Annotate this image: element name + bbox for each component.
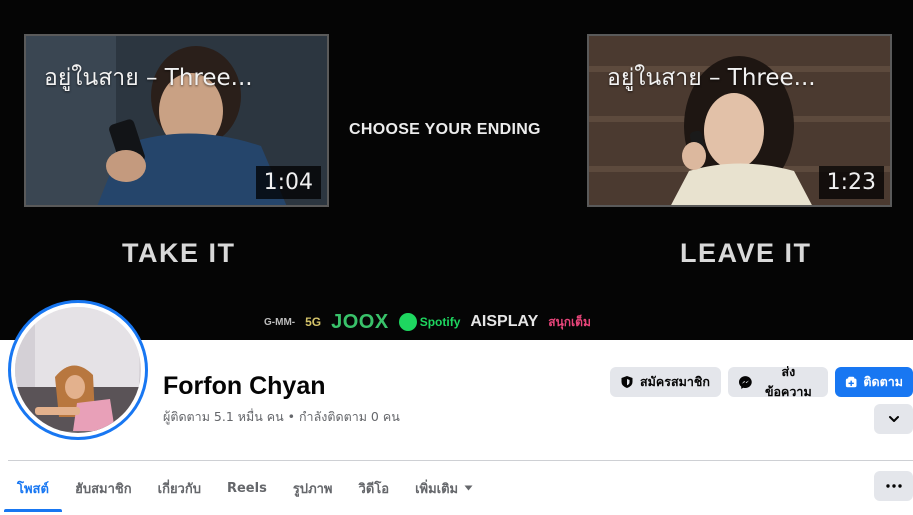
avatar[interactable]	[15, 307, 141, 433]
more-dots-icon	[885, 484, 902, 488]
subscribe-button[interactable]: สมัครสมาชิก	[610, 367, 721, 397]
message-button[interactable]: ส่งข้อความ	[728, 364, 828, 399]
tab-label: รูปภาพ	[292, 481, 333, 497]
gmm-logo: G-MM-	[264, 316, 296, 328]
video-title: อยู่ในสาย – Three...	[607, 65, 816, 91]
spotify-label: Spotify	[419, 315, 461, 329]
video-title: อยู่ในสาย – Three...	[44, 65, 253, 91]
video-duration: 1:23	[818, 166, 884, 199]
profile-name: Forfon Chyan	[163, 372, 326, 400]
caret-down-icon	[464, 485, 473, 491]
tab-about[interactable]: เกี่ยวกับ	[145, 466, 214, 510]
cover-photo[interactable]: อยู่ในสาย – Three... 1:04 CHOOSE YOUR EN…	[0, 0, 913, 340]
spotify-logo: Spotify	[398, 313, 461, 331]
video-thumbnail-take-it: อยู่ในสาย – Three... 1:04	[24, 34, 329, 207]
video-duration: 1:04	[255, 166, 321, 199]
tab-reels[interactable]: Reels	[214, 466, 280, 510]
profile-stats[interactable]: ผู้ติดตาม 5.1 หมื่น คน • กำลังติดตาม 0 ค…	[163, 407, 400, 427]
tab-label: โพสต์	[17, 481, 49, 497]
follow-button[interactable]: ติดตาม	[835, 367, 913, 397]
tab-videos[interactable]: วิดีโอ	[346, 466, 403, 510]
chevron-down-icon	[888, 416, 899, 422]
message-label: ส่งข้อความ	[765, 364, 812, 399]
tab-label: เพิ่มเติม	[415, 481, 459, 497]
tab-label: ฮับสมาชิก	[74, 481, 132, 497]
follow-plus-icon	[845, 376, 857, 388]
tab-label: วิดีโอ	[358, 481, 390, 497]
profile-avatar-ring[interactable]	[8, 300, 148, 440]
header-divider	[8, 460, 913, 461]
tab-photos[interactable]: รูปภาพ	[280, 466, 346, 510]
joox-logo: JOOX	[331, 310, 389, 333]
tab-label: เกี่ยวกับ	[157, 481, 201, 497]
shield-icon	[621, 376, 633, 388]
aisplay-logo: AISPLAY	[470, 313, 539, 330]
avatar-photo	[15, 307, 139, 431]
ais-5g-logo: 5G	[305, 315, 322, 329]
choose-your-ending-text: CHOOSE YOUR ENDING	[349, 121, 541, 138]
video-thumbnail-leave-it: อยู่ในสาย – Three... 1:23	[587, 34, 892, 207]
tab-member-hub[interactable]: ฮับสมาชิก	[62, 466, 145, 510]
tab-label: Reels	[226, 480, 267, 496]
subscribe-label: สมัครสมาชิก	[640, 374, 710, 389]
spotify-icon	[398, 313, 417, 331]
sanook-tem-logo: สนุกเต็ม	[548, 314, 591, 329]
profile-options-dropdown-button[interactable]	[874, 404, 913, 434]
take-it-caption: TAKE IT	[122, 238, 236, 268]
messenger-icon	[738, 375, 752, 389]
tab-posts[interactable]: โพสต์	[4, 466, 62, 512]
leave-it-caption: LEAVE IT	[680, 238, 812, 268]
tab-more[interactable]: เพิ่มเติม	[402, 466, 486, 510]
sponsor-logos: G-MM- 5G JOOX Spotify AISPLAY สนุกเต็ม	[264, 310, 591, 334]
follow-label: ติดตาม	[863, 374, 903, 389]
profile-tabs: โพสต์ ฮับสมาชิก เกี่ยวกับ Reels รูปภาพ ว…	[4, 466, 486, 512]
more-options-button[interactable]	[874, 471, 913, 501]
